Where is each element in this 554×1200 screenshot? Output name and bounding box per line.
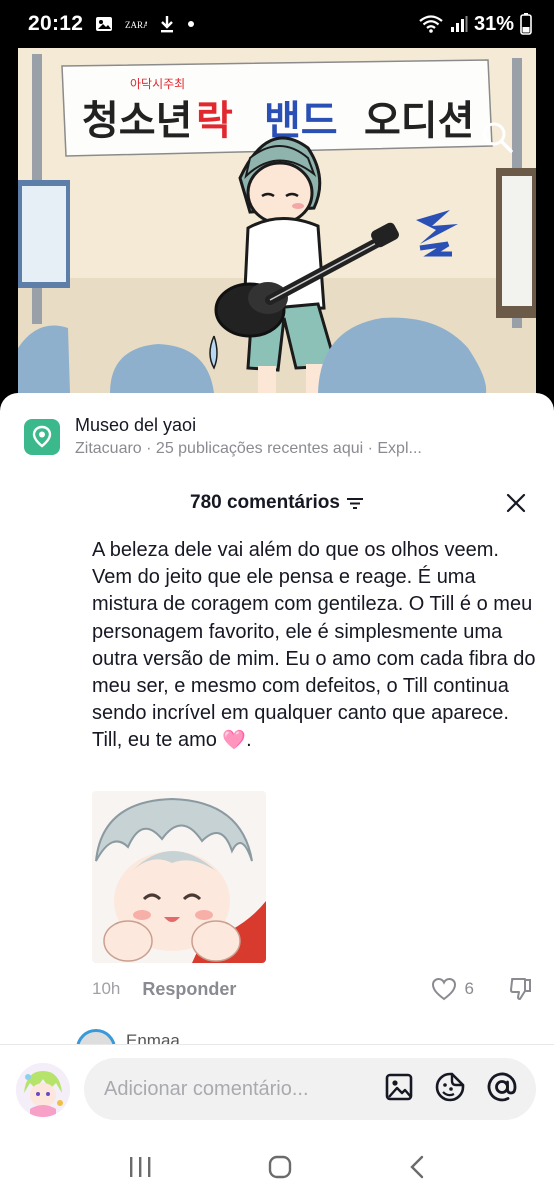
comment-input-bar: Adicionar comentário... (0, 1044, 554, 1138)
recent-apps-icon[interactable] (127, 1155, 153, 1184)
battery-icon (520, 13, 532, 35)
video-player[interactable]: 아닥시주최 청소년 락 밴드 오디션 (18, 48, 536, 393)
heart-icon (431, 977, 456, 1001)
dot-icon (187, 20, 195, 28)
banner-word-3: 밴드 (264, 98, 338, 144)
banner-small-text: 아닥시주최 (130, 77, 185, 91)
banner-word-2: 락 (196, 98, 233, 144)
comment-time: 10h (92, 979, 121, 998)
dislike-button[interactable] (508, 976, 534, 1002)
emoji-icon[interactable] (434, 1071, 466, 1108)
svg-text:ZARA: ZARA (125, 20, 147, 30)
download-icon (159, 15, 175, 33)
back-icon[interactable] (407, 1154, 427, 1185)
thumbs-down-icon (510, 978, 531, 1000)
comments-count-title: 780 comentários (190, 492, 340, 513)
comment-input[interactable]: Adicionar comentário... (84, 1058, 536, 1120)
comments-sheet: Museo del yaoi Zitacuaro · 25 publicaçõe… (0, 393, 554, 1200)
close-icon (506, 493, 526, 513)
home-icon[interactable] (267, 1154, 293, 1185)
comment-text: A beleza dele vai além do que os olhos v… (92, 537, 542, 755)
place-subtitle: Zitacuaro · 25 publicações recentes aqui… (75, 440, 422, 457)
image-icon[interactable] (384, 1072, 414, 1107)
pink-heart-emoji: 🩷 (222, 730, 247, 752)
comment-text-end: . (246, 729, 252, 752)
wifi-icon (418, 14, 444, 34)
place-title: Museo del yaoi (75, 415, 197, 435)
battery-percent: 31% (473, 12, 514, 35)
gallery-icon (95, 15, 113, 33)
like-button[interactable]: 6 (431, 977, 474, 1001)
system-nav-bar (0, 1138, 554, 1200)
status-bar: 20:12 ZARA 31% (0, 0, 554, 48)
zara-icon: ZARA (125, 18, 147, 30)
signal-icon (450, 15, 468, 33)
reply-button[interactable]: Responder (142, 979, 236, 1000)
comments-header: 780 comentários (0, 485, 554, 521)
comment-input-placeholder: Adicionar comentário... (104, 1077, 309, 1100)
search-icon[interactable] (480, 120, 514, 154)
status-time: 20:12 (28, 12, 84, 35)
video-frame: 아닥시주최 청소년 락 밴드 오디션 (18, 48, 536, 393)
banner-word-1: 청소년 (82, 98, 192, 144)
comment-meta-row: 10h Responder 6 (92, 975, 534, 1003)
location-pin-icon (24, 419, 60, 455)
banner-word-4: 오디션 (364, 98, 474, 144)
comment-sticker-image[interactable] (92, 791, 266, 963)
like-count: 6 (464, 979, 474, 998)
place-link[interactable]: Museo del yaoi Zitacuaro · 25 publicaçõe… (24, 407, 534, 467)
sort-icon[interactable] (346, 496, 364, 510)
comment-text-body: A beleza dele vai além do que os olhos v… (92, 539, 536, 752)
close-button[interactable] (498, 485, 534, 521)
mention-icon[interactable] (486, 1071, 518, 1108)
avatar[interactable] (16, 1063, 70, 1117)
